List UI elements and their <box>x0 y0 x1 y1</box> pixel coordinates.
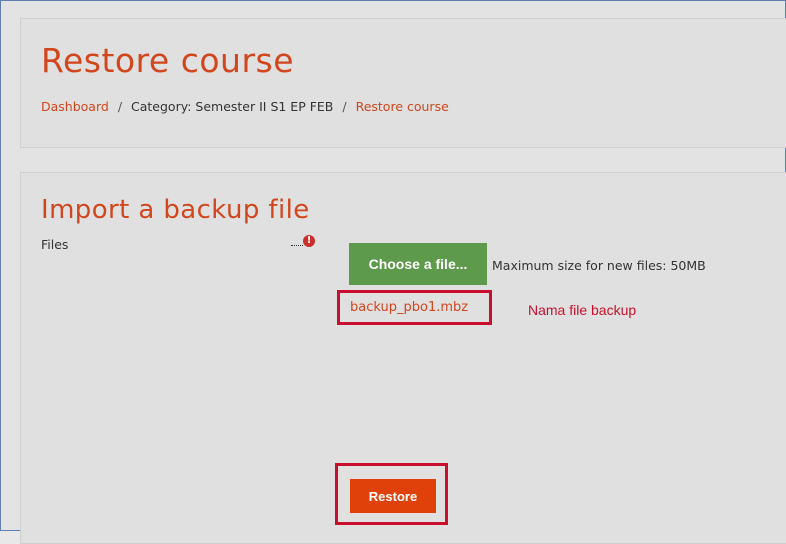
choose-file-button[interactable]: Choose a file... <box>349 243 487 285</box>
restore-button[interactable]: Restore <box>350 479 436 513</box>
breadcrumb-restore-course[interactable]: Restore course <box>356 99 449 114</box>
import-panel: Import a backup file Files ! Choose a fi… <box>20 172 786 544</box>
section-title: Import a backup file <box>41 195 310 225</box>
breadcrumb-separator: / <box>117 99 123 114</box>
breadcrumb-dashboard[interactable]: Dashboard <box>41 99 109 114</box>
page-header: Restore course Dashboard / Category: Sem… <box>20 18 786 148</box>
breadcrumb-separator: / <box>342 99 347 114</box>
annotation-label: Nama file backup <box>528 302 637 318</box>
files-label: Files <box>41 237 69 252</box>
window-frame: Restore course Dashboard / Category: Sem… <box>0 0 786 544</box>
max-size-text: Maximum size for new files: 50MB <box>492 258 706 273</box>
breadcrumb: Dashboard / Category: Semester II S1 EP … <box>41 99 449 114</box>
required-icon: ! <box>303 235 315 247</box>
selected-file-link[interactable]: backup_pbo1.mbz <box>350 300 468 315</box>
required-dots <box>291 245 303 246</box>
breadcrumb-category: Category: Semester II S1 EP FEB <box>131 99 334 114</box>
page-title: Restore course <box>41 41 295 80</box>
